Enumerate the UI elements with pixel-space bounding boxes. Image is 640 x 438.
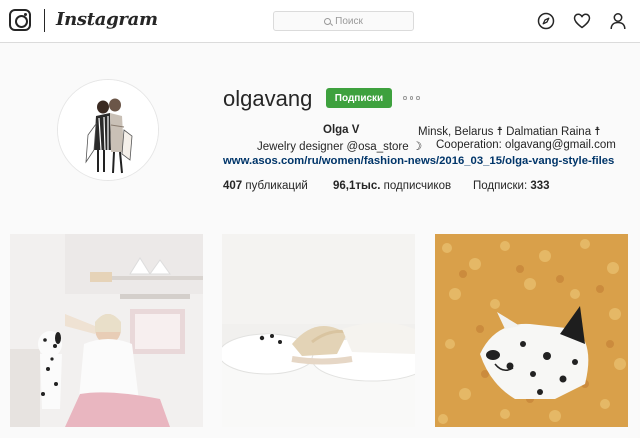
post-thumbnail[interactable]	[222, 234, 415, 427]
follow-button[interactable]: Подписки	[326, 88, 392, 108]
dot-icon	[409, 96, 413, 100]
following-count: 333	[530, 180, 550, 192]
dot-icon	[416, 96, 420, 100]
profile-bio-job: Jewelry designer @osa_store ☽	[257, 141, 423, 153]
profile-full-name: Olga V	[323, 124, 360, 136]
profile-bio-location: Minsk, Belarus ☨ Dalmatian Raina ☨	[418, 126, 601, 138]
post-thumbnail[interactable]	[435, 234, 628, 427]
posts-count-stat: 407 публикаций	[223, 180, 308, 192]
compass-icon[interactable]	[537, 12, 555, 30]
profile-bio-cooperation: Cooperation: olgavang@gmail.com	[436, 139, 616, 151]
profile-website-link[interactable]: www.asos.com/ru/women/fashion-news/2016_…	[223, 155, 614, 167]
post-thumbnail[interactable]	[10, 234, 203, 427]
top-navigation-bar: Instagram Поиск	[0, 0, 640, 43]
followers-count-stat[interactable]: 96,1тыс. подписчиков	[333, 180, 451, 192]
instagram-camera-icon[interactable]	[9, 9, 31, 31]
heart-icon[interactable]	[573, 12, 591, 30]
search-placeholder: Поиск	[335, 15, 363, 27]
following-count-stat[interactable]: Подписки: 333	[473, 180, 550, 192]
post-photo	[435, 234, 628, 427]
more-options-icon[interactable]	[403, 96, 420, 100]
search-input[interactable]: Поиск	[273, 11, 414, 31]
profile-username: olgavang	[223, 86, 313, 111]
following-label: Подписки:	[473, 180, 528, 192]
followers-label: подписчиков	[383, 180, 452, 192]
search-icon	[324, 17, 332, 25]
posts-count: 407	[223, 180, 243, 192]
user-icon[interactable]	[609, 12, 627, 30]
instagram-wordmark[interactable]: Instagram	[56, 9, 158, 30]
dot-icon	[403, 96, 407, 100]
avatar-illustration	[58, 80, 158, 180]
post-photo	[10, 234, 203, 427]
posts-label: публикаций	[245, 180, 308, 192]
post-photo	[222, 234, 415, 427]
logo-divider	[44, 9, 45, 32]
profile-avatar[interactable]	[57, 79, 159, 181]
followers-count: 96,1тыс.	[333, 180, 381, 192]
